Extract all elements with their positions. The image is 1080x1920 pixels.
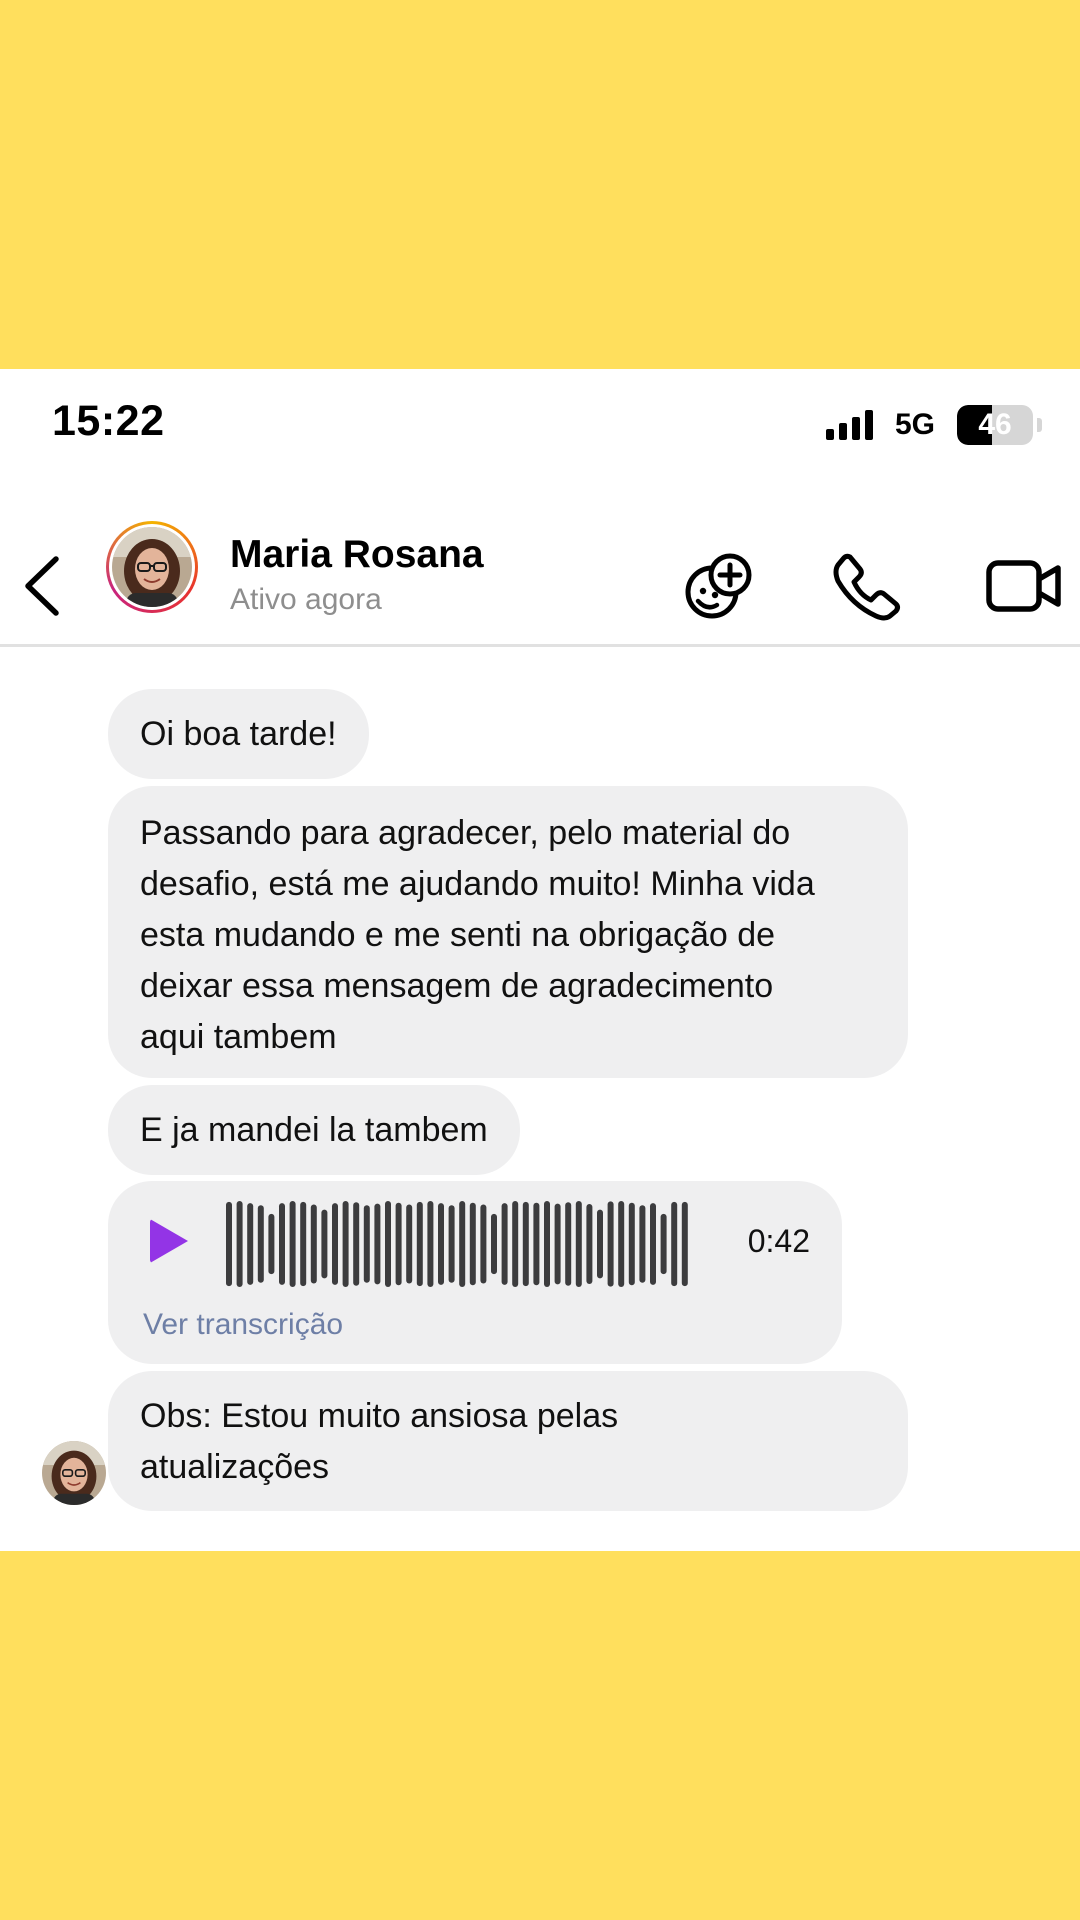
- waveform-bar: [660, 1213, 667, 1275]
- waveform-bar: [628, 1202, 635, 1286]
- contact-status: Ativo agora: [230, 583, 382, 616]
- network-type: 5G: [894, 408, 935, 441]
- waveform-bar: [289, 1201, 296, 1287]
- view-transcript-link[interactable]: Ver transcrição: [143, 1307, 343, 1343]
- message-text: E ja mandei la tambem: [140, 1111, 488, 1149]
- message-line: deixar essa mensagem de agradecimento: [140, 967, 774, 1005]
- waveform-bar: [554, 1203, 561, 1285]
- waveform-bar: [342, 1201, 349, 1287]
- message-bubble[interactable]: Passando para agradecer, pelo material d…: [108, 786, 908, 1078]
- waveform-bar: [491, 1213, 497, 1275]
- avatar-photo: [112, 527, 192, 607]
- waveform-bar: [395, 1202, 402, 1286]
- message-line: Passando para agradecer, pelo material d…: [140, 814, 791, 852]
- waveform-bar: [512, 1201, 519, 1287]
- waveform-bar: [681, 1201, 688, 1287]
- waveform-bar: [459, 1201, 466, 1287]
- waveform-bar: [427, 1201, 434, 1287]
- status-time: 15:22: [52, 397, 165, 445]
- message-text: Oi boa tarde!: [140, 715, 337, 753]
- battery-percent: 46: [978, 408, 1012, 441]
- play-icon[interactable]: [150, 1219, 188, 1263]
- waveform-bar: [607, 1201, 614, 1287]
- phone-icon[interactable]: [830, 549, 904, 623]
- status-indicators: 5G 46: [825, 405, 1042, 445]
- message-line: desafio, está me ajudando muito! Minha v…: [140, 865, 815, 903]
- waveform-bar: [321, 1209, 328, 1279]
- waveform-bar: [300, 1201, 307, 1287]
- waveform-bar: [650, 1203, 656, 1285]
- waveform-bar: [332, 1203, 338, 1285]
- waveform-bar: [575, 1201, 582, 1287]
- waveform-bar: [544, 1201, 550, 1287]
- waveform-bar: [353, 1202, 360, 1286]
- message-line: esta mudando e me senti na obrigação de: [140, 916, 776, 954]
- chat-screen: 15:22 5G 46 Maria Rosana Ativo agora Oi …: [0, 369, 1080, 1551]
- waveform-bar: [533, 1202, 540, 1286]
- sender-avatar[interactable]: [42, 1441, 106, 1505]
- waveform-bar: [406, 1204, 413, 1284]
- add-sticker-icon[interactable]: [683, 549, 757, 623]
- waveform-bar: [226, 1201, 232, 1287]
- message-bubble[interactable]: Oi boa tarde!: [108, 689, 369, 779]
- waveform-bar: [501, 1203, 508, 1285]
- waveform-bar: [385, 1201, 391, 1287]
- signal-icon: [825, 410, 873, 440]
- battery-icon: 46: [957, 405, 1033, 445]
- waveform-bar: [247, 1203, 254, 1285]
- waveform-bar: [438, 1203, 444, 1285]
- waveform-bar: [597, 1209, 603, 1279]
- message-bubble[interactable]: E ja mandei la tambem: [108, 1085, 520, 1175]
- waveform-bar: [639, 1205, 646, 1283]
- back-chevron-icon[interactable]: [20, 551, 70, 621]
- audio-duration: 0:42: [747, 1223, 810, 1259]
- battery-tip: [1037, 418, 1042, 432]
- message-line: Obs: Estou muito ansiosa pelas: [140, 1397, 619, 1435]
- message-line: atualizações: [140, 1448, 330, 1486]
- waveform-bar: [363, 1205, 370, 1283]
- waveform-bar: [416, 1201, 423, 1287]
- audio-waveform[interactable]: [224, 1201, 694, 1287]
- waveform-bar: [522, 1201, 529, 1287]
- audio-message[interactable]: 0:42 Ver transcrição: [108, 1181, 842, 1364]
- contact-avatar[interactable]: [106, 521, 198, 613]
- waveform-bar: [671, 1201, 678, 1287]
- message-bubble[interactable]: Obs: Estou muito ansiosa pelas atualizaç…: [108, 1371, 908, 1511]
- waveform-bar: [448, 1205, 455, 1283]
- waveform-bar: [268, 1213, 275, 1275]
- waveform-bar: [565, 1202, 572, 1286]
- video-camera-icon[interactable]: [984, 549, 1064, 623]
- chat-header: Maria Rosana Ativo agora: [0, 519, 1080, 647]
- waveform-bar: [586, 1204, 593, 1284]
- waveform-bar: [236, 1201, 243, 1287]
- contact-name[interactable]: Maria Rosana: [230, 533, 484, 577]
- waveform-bar: [279, 1203, 285, 1285]
- waveform-bar: [374, 1203, 381, 1285]
- waveform-bar: [310, 1204, 317, 1284]
- waveform-bar: [257, 1205, 264, 1283]
- waveform-bar: [469, 1202, 476, 1286]
- waveform-bar: [480, 1204, 487, 1284]
- message-line: aqui tambem: [140, 1018, 337, 1056]
- waveform-bar: [618, 1201, 625, 1287]
